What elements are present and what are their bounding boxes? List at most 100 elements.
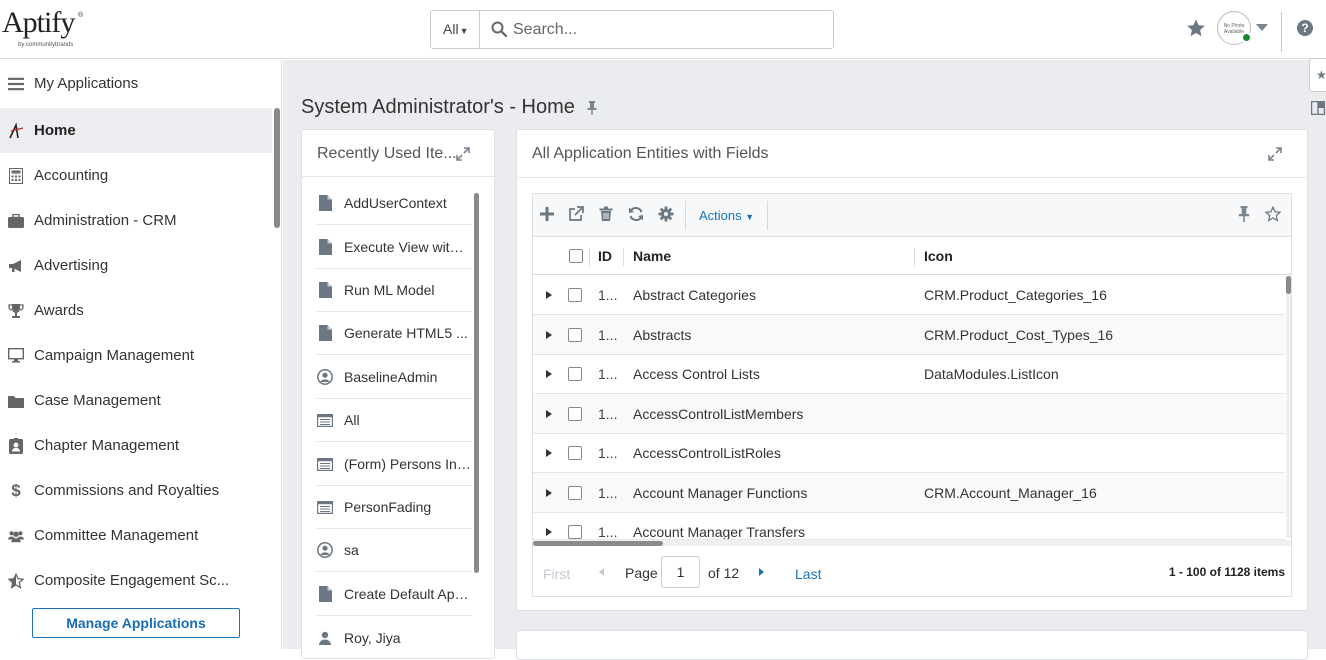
table-row[interactable]: 1... Abstracts CRM.Product_Cost_Types_16 — [533, 315, 1285, 355]
manage-applications-button[interactable]: Manage Applications — [32, 608, 240, 638]
recent-item-label: Roy, Jiya — [344, 629, 401, 646]
help-icon[interactable]: ? — [1297, 20, 1313, 36]
user-circle-icon — [317, 541, 333, 559]
recent-item-label: Run ML Model — [344, 282, 435, 298]
column-header-icon[interactable]: Icon — [924, 248, 953, 264]
recent-list-scrollbar[interactable] — [474, 193, 479, 573]
sidebar-item-campaign-management[interactable]: Campaign Management — [0, 333, 272, 378]
recent-item-label: PersonFading — [344, 499, 432, 515]
recent-item[interactable]: Run ML Model — [316, 269, 472, 312]
page-number-input[interactable] — [661, 556, 700, 588]
row-name: AccessControlListMembers — [633, 406, 804, 422]
recent-item-label: All — [344, 412, 360, 428]
sidebar-item-advertising[interactable]: Advertising — [0, 243, 272, 288]
aptify-logo[interactable]: Aptify ® by communitybrands — [2, 6, 83, 52]
layout-grid-icon[interactable] — [1311, 101, 1325, 115]
expand-row-icon[interactable] — [546, 410, 552, 418]
recent-item[interactable]: Generate HTML5 ... — [316, 312, 472, 355]
sidebar-item-my-applications[interactable]: My Applications — [0, 61, 272, 106]
expand-row-icon[interactable] — [546, 291, 552, 299]
refresh-icon[interactable] — [628, 206, 644, 222]
sidebar-item-home[interactable]: Home — [0, 108, 272, 153]
row-checkbox[interactable] — [568, 525, 582, 539]
right-panel-tab[interactable]: ★ — [1309, 58, 1326, 92]
search-scope-dropdown[interactable]: All▼ — [431, 11, 480, 48]
column-header-name[interactable]: Name — [633, 248, 671, 264]
sidebar-item-label: Case Management — [34, 392, 161, 409]
id-badge-icon — [8, 437, 24, 454]
row-name: AccessControlListRoles — [633, 445, 781, 461]
sidebar-item-commissions-and-royalties[interactable]: $ Commissions and Royalties — [0, 468, 272, 513]
next-page-icon[interactable] — [759, 568, 764, 576]
row-checkbox[interactable] — [568, 328, 582, 342]
sidebar-scrollbar[interactable] — [274, 108, 280, 228]
sidebar-item-accounting[interactable]: Accounting — [0, 153, 272, 198]
expand-row-icon[interactable] — [546, 449, 552, 457]
recent-item-label: AddUserContext — [344, 195, 447, 211]
table-row[interactable]: 1... AccessControlListRoles — [533, 433, 1285, 473]
table-row[interactable]: 1... Account Manager Transfers — [533, 512, 1285, 540]
recent-item[interactable]: Roy, Jiya — [316, 616, 472, 659]
list-view-icon — [317, 498, 333, 516]
actions-dropdown[interactable]: Actions ▼ — [699, 208, 754, 223]
recent-item[interactable]: AddUserContext — [316, 182, 472, 225]
expand-icon[interactable] — [1267, 146, 1283, 162]
table-row[interactable]: 1... AccessControlListMembers — [533, 394, 1285, 434]
row-icon-value: DataModules.ListIcon — [924, 366, 1059, 382]
last-page-link[interactable]: Last — [795, 566, 821, 582]
search-input[interactable] — [513, 15, 813, 44]
star-outline-icon[interactable] — [1265, 206, 1281, 222]
table-row[interactable]: 1... Account Manager Functions CRM.Account… — [533, 473, 1285, 513]
gear-icon[interactable] — [658, 206, 674, 222]
sidebar-item-committee-management[interactable]: Committee Management — [0, 513, 272, 558]
expand-row-icon[interactable] — [546, 370, 552, 378]
column-header-id[interactable]: ID — [598, 248, 612, 264]
recent-item[interactable]: BaselineAdmin — [316, 356, 472, 399]
recent-item[interactable]: Execute View with ... — [316, 226, 472, 269]
row-checkbox[interactable] — [568, 486, 582, 500]
recent-item[interactable]: PersonFading — [316, 486, 472, 529]
grid-pager: First Page of 12 Last 1 - 100 of 1128 it… — [533, 550, 1291, 596]
pin-icon[interactable] — [1236, 206, 1252, 222]
expand-icon[interactable] — [455, 146, 471, 162]
row-checkbox[interactable] — [568, 446, 582, 460]
sidebar-item-chapter-management[interactable]: Chapter Management — [0, 423, 272, 468]
grid-vertical-scrollbar[interactable] — [1286, 276, 1291, 538]
recent-item[interactable]: (Form) Persons In ... — [316, 443, 472, 486]
expand-row-icon[interactable] — [546, 489, 552, 497]
recent-item[interactable]: All — [316, 399, 472, 442]
add-icon[interactable] — [539, 206, 555, 222]
row-checkbox[interactable] — [568, 288, 582, 302]
first-page-link[interactable]: First — [543, 566, 570, 582]
grid-vertical-scroll-thumb[interactable] — [1286, 276, 1291, 294]
expand-row-icon[interactable] — [546, 331, 552, 339]
row-id: 1... — [598, 327, 618, 343]
trash-icon[interactable] — [598, 206, 614, 222]
sidebar-item-awards[interactable]: Awards — [0, 288, 272, 333]
grid-horizontal-scroll-thumb[interactable] — [533, 541, 663, 546]
sidebar-item-label: Administration - CRM — [34, 212, 177, 229]
favorites-star-icon[interactable] — [1186, 18, 1206, 38]
column-divider — [623, 248, 624, 266]
sidebar-item-case-management[interactable]: Case Management — [0, 378, 272, 423]
previous-page-icon[interactable] — [599, 568, 604, 576]
card-header-divider — [517, 177, 1307, 178]
pin-icon[interactable] — [585, 101, 599, 115]
user-menu-caret-icon[interactable] — [1256, 24, 1268, 31]
open-external-icon[interactable] — [568, 206, 584, 222]
table-row[interactable]: 1... Abstract Categories CRM.Product_Categ… — [533, 275, 1285, 315]
select-all-checkbox[interactable] — [569, 249, 583, 263]
user-avatar[interactable]: No Photo Available — [1217, 11, 1252, 45]
recent-item[interactable]: sa — [316, 529, 472, 572]
row-checkbox[interactable] — [568, 367, 582, 381]
sidebar-item-administration-crm[interactable]: Administration - CRM — [0, 198, 272, 243]
actions-label: Actions — [699, 208, 742, 223]
sidebar-item-label: Chapter Management — [34, 437, 180, 454]
row-checkbox[interactable] — [568, 407, 582, 421]
recent-item[interactable]: Create Default App... — [316, 573, 472, 616]
list-view-icon — [317, 455, 333, 473]
monitor-icon — [8, 348, 24, 364]
sidebar-item-composite-engagement[interactable]: Composite Engagement Sc... — [0, 558, 272, 603]
expand-row-icon[interactable] — [546, 528, 552, 536]
table-row[interactable]: 1... Access Control Lists DataModules.List… — [533, 354, 1285, 394]
